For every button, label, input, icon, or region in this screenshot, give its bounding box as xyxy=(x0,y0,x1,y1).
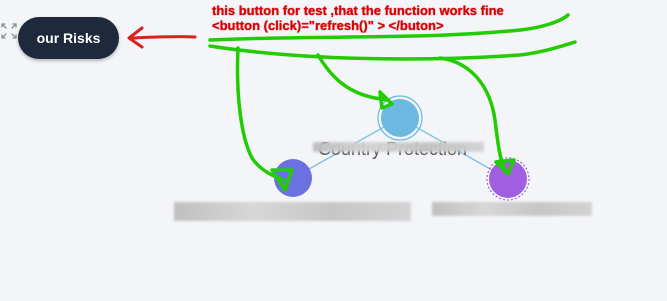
annotation-line-2: <button (click)="refresh()" > </buton> xyxy=(212,18,444,33)
annotation-line-1: this button for test ,that the function … xyxy=(212,3,504,18)
right-node xyxy=(489,160,527,198)
green-scribble xyxy=(208,13,577,192)
redacted-left-node-label xyxy=(174,202,411,221)
red-arrow xyxy=(127,26,197,49)
annotation-note: this button for test ,that the function … xyxy=(212,3,504,33)
redacted-label-overlay xyxy=(313,142,484,152)
redacted-right-node-label xyxy=(432,202,592,216)
